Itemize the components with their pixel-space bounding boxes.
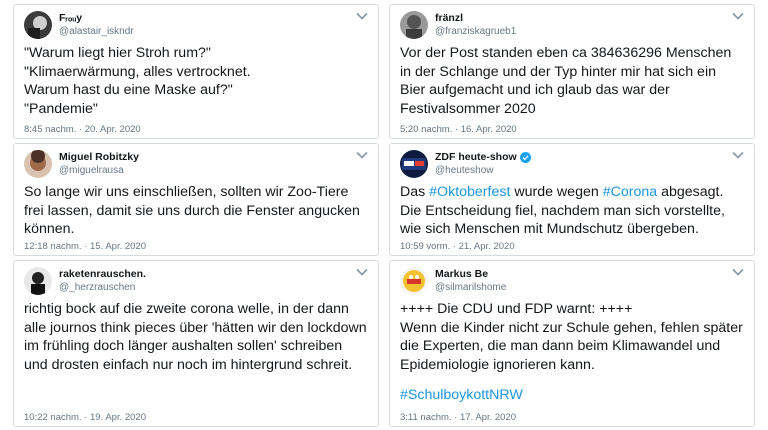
author-name[interactable]: Fᵣₒᵤy [59,12,134,25]
tweet-timestamp[interactable]: 8:45 nachm. · 20. Apr. 2020 [24,124,141,135]
author-name[interactable]: Miguel Robitzky [59,151,139,164]
tweet-timestamp[interactable]: 12:18 nachm. · 15. Apr. 2020 [24,241,146,252]
tweet-grid: Fᵣₒᵤy @alastair_iskndr "Warum liegt hier… [13,4,755,427]
tweet-header: Fᵣₒᵤy @alastair_iskndr [24,11,368,39]
tweet-text: ++++ Die CDU und FDP warnt: ++++ Wenn di… [400,301,743,373]
avatar[interactable] [24,11,52,39]
tweet-card[interactable]: Markus Be @silmarilshome ++++ Die CDU un… [389,260,755,427]
tweet-header: Markus Be @silmarilshome [400,267,744,295]
chevron-down-icon[interactable] [732,12,744,20]
tweet-header: Miguel Robitzky @miguelrausa [24,150,368,178]
chevron-down-icon[interactable] [732,151,744,159]
text-segment: Das [400,184,430,200]
chevron-down-icon[interactable] [732,268,744,276]
author-handle[interactable]: @miguelrausa [59,164,139,177]
avatar[interactable] [24,267,52,295]
tweet-timestamp[interactable]: 10:59 vorm. · 21. Apr. 2020 [400,241,515,252]
chevron-down-icon[interactable] [356,12,368,20]
author-handle[interactable]: @franziskagrueb1 [435,25,516,38]
tweet-header: raketenrauschen. @_herzrauschen [24,267,368,295]
tweet-card[interactable]: ZDF heute-show @heuteshow Das #Oktoberfe… [389,143,755,256]
verified-badge-icon [519,152,531,163]
author-name[interactable]: ZDF heute-show [435,151,531,164]
tweet-card[interactable]: Miguel Robitzky @miguelrausa So lange wi… [13,143,379,256]
tweet-timestamp[interactable]: 3:11 nachm. · 17. Apr. 2020 [400,412,516,423]
tweet-text: "Warum liegt hier Stroh rum?" "Klimaerwä… [24,45,251,117]
tweet-text: Das #Oktoberfest wurde wegen #Corona abg… [400,183,744,239]
chevron-down-icon[interactable] [356,151,368,159]
avatar[interactable] [24,150,52,178]
tweet-timestamp[interactable]: 5:20 nachm. · 16. Apr. 2020 [400,124,517,135]
tweet-header: fränzl @franziskagrueb1 [400,11,744,39]
tweet-card[interactable]: Fᵣₒᵤy @alastair_iskndr "Warum liegt hier… [13,4,379,139]
chevron-down-icon[interactable] [356,268,368,276]
avatar[interactable] [400,11,428,39]
hashtag-link[interactable]: #SchulboykottNRW [400,386,744,405]
hashtag-link[interactable]: #Corona [603,184,657,200]
author-name-label[interactable]: ZDF heute-show [435,151,517,164]
author-handle[interactable]: @heuteshow [435,164,531,177]
tweet-text: richtig bock auf die zweite corona welle… [24,301,367,373]
tweet-text: So lange wir uns einschließen, sollten w… [24,184,360,237]
author-handle[interactable]: @alastair_iskndr [59,25,134,38]
tweet-text: Vor der Post standen eben ca 384636296 M… [400,45,732,117]
tweet-timestamp[interactable]: 10:22 nachm. · 19. Apr. 2020 [24,412,146,423]
author-name[interactable]: raketenrauschen. [59,268,146,281]
author-handle[interactable]: @_herzrauschen [59,281,146,294]
author-name[interactable]: fränzl [435,12,516,25]
author-name[interactable]: Markus Be [435,268,506,281]
text-segment: wurde wegen [510,184,603,200]
tweet-card[interactable]: raketenrauschen. @_herzrauschen richtig … [13,260,379,427]
avatar[interactable] [400,150,428,178]
tweet-header: ZDF heute-show @heuteshow [400,150,744,178]
tweet-card[interactable]: fränzl @franziskagrueb1 Vor der Post sta… [389,4,755,139]
hashtag-link[interactable]: #Oktoberfest [429,184,510,200]
avatar[interactable] [400,267,428,295]
author-handle[interactable]: @silmarilshome [435,281,506,294]
